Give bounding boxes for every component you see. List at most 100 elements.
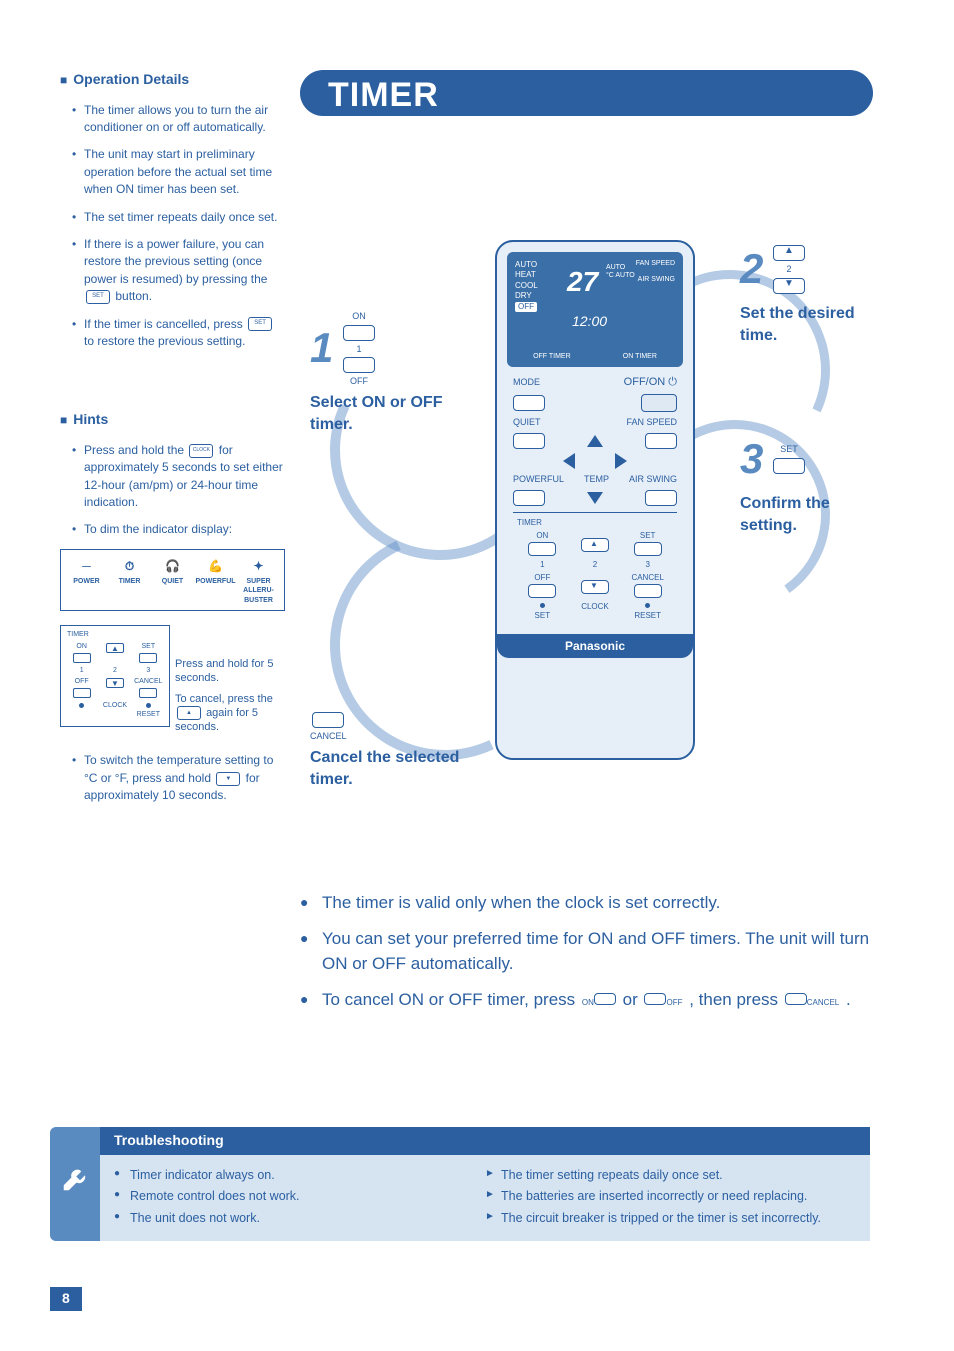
airswing-button[interactable] <box>645 490 677 506</box>
hint-text: Press and hold the <box>84 443 187 457</box>
step-1-number: 1 <box>310 319 333 378</box>
step-3-set: SET <box>773 443 805 456</box>
on-button-icon <box>343 325 375 341</box>
indicator-super: ✦SUPER ALLERU-BUSTER <box>237 558 280 606</box>
op-item: The timer allows you to turn the air con… <box>72 102 285 137</box>
main-diagram: AUTO HEAT COOL DRY OFF 27 AUTO °C AUTO F… <box>300 140 873 860</box>
dot-icon <box>146 703 151 708</box>
mini-1: 1 <box>65 666 98 676</box>
dot-icon <box>79 703 84 708</box>
note-item: The timer is valid only when the clock i… <box>300 890 873 916</box>
fanspeed-label: FAN SPEED <box>626 416 677 429</box>
set-button-icon <box>773 458 805 474</box>
power-icon: ─ <box>65 558 108 575</box>
page-number: 8 <box>50 1287 82 1311</box>
indicator-timer: ⏱TIMER <box>108 558 151 606</box>
op-item: If there is a power failure, you can res… <box>72 236 285 306</box>
trouble-solutions: The timer setting repeats daily once set… <box>485 1163 856 1232</box>
timer-cancel-button[interactable] <box>634 584 662 598</box>
op-item-text: If there is a power failure, you can res… <box>84 237 267 286</box>
trouble-problem: Timer indicator always on. <box>114 1167 485 1185</box>
side-b: To cancel, press the <box>175 693 273 705</box>
lcd-auto: AUTO <box>615 272 634 279</box>
step-1-on: ON <box>343 310 375 323</box>
mini-up-btn: ▲ <box>106 643 124 653</box>
hint-side-text: Press and hold for 5 seconds. To cancel,… <box>175 657 285 734</box>
op-item-tail: to restore the previous setting. <box>84 334 245 348</box>
step-1-mid: 1 <box>343 343 375 356</box>
trouble-solution: The circuit breaker is tripped or the ti… <box>485 1210 856 1228</box>
temp-up-button[interactable] <box>587 435 603 447</box>
timer-set-button[interactable] <box>634 542 662 556</box>
quiet-label: QUIET <box>513 416 541 429</box>
cancel-button-icon <box>312 712 344 728</box>
powerful-icon: 💪 <box>194 558 237 575</box>
step-3-number: 3 <box>740 430 763 489</box>
mini-down-btn: ▼ <box>106 678 124 688</box>
note-text: . <box>846 990 851 1009</box>
left-button[interactable] <box>563 453 575 469</box>
tbox-clock: CLOCK <box>581 602 609 611</box>
trouble-solution: The batteries are inserted incorrectly o… <box>485 1188 856 1206</box>
lcd-fan: FAN SPEED AIR SWING <box>636 260 675 285</box>
trouble-problem: The unit does not work. <box>114 1210 485 1228</box>
step-3-text: Confirm the setting. <box>740 493 890 538</box>
mini-set-btn <box>139 653 157 663</box>
timer-on-button[interactable] <box>528 542 556 556</box>
mini-set: SET <box>142 643 156 650</box>
down-button-icon: ▼ <box>216 772 240 786</box>
lcd-clock: 12:00 <box>572 312 607 332</box>
note-item: To cancel ON or OFF timer, press ON or O… <box>300 987 873 1013</box>
remote-control: AUTO HEAT COOL DRY OFF 27 AUTO °C AUTO F… <box>495 240 695 760</box>
mini-off: OFF <box>75 678 89 685</box>
tbox-on: ON <box>536 531 548 540</box>
hints-heading: Hints <box>60 410 285 430</box>
up-button-icon: ▲ <box>773 245 805 261</box>
step-cancel-lab: CANCEL <box>310 730 347 743</box>
on-button-stack: ON <box>582 993 616 1007</box>
note-text: To cancel ON or OFF timer, press <box>322 990 580 1009</box>
clock-button-icon: CLOCK <box>189 444 213 458</box>
powerful-button[interactable] <box>513 490 545 506</box>
right-button[interactable] <box>615 453 627 469</box>
dot-icon <box>540 603 545 608</box>
quiet-button[interactable] <box>513 433 545 449</box>
mode-button[interactable] <box>513 395 545 411</box>
quiet-icon: 🎧 <box>151 558 194 575</box>
down-button-icon: ▼ <box>773 278 805 294</box>
mini-cancel-btn <box>139 688 157 698</box>
timer-down-button[interactable]: ▼ <box>581 580 609 594</box>
wrench-icon-col <box>50 1127 100 1241</box>
timer-mini-diagram: TIMER ON ▲ SET 1 2 3 OFF ▼ CANCEL CLOCK … <box>60 625 170 727</box>
wrench-icon <box>60 1164 90 1204</box>
temp-down-button[interactable] <box>587 492 603 504</box>
step-cancel-text: Cancel the selected timer. <box>310 747 485 792</box>
note-text: or <box>623 990 643 1009</box>
mini-cancel: CANCEL <box>134 678 162 685</box>
fanspeed-button[interactable] <box>645 433 677 449</box>
timer-off-button[interactable] <box>528 584 556 598</box>
indicator-display: ─POWER ⏱TIMER 🎧QUIET 💪POWERFUL ✦SUPER AL… <box>60 549 285 611</box>
trouble-solution: The timer setting repeats daily once set… <box>485 1167 856 1185</box>
cancel-button-stack: CANCEL <box>785 993 839 1007</box>
notes-section: The timer is valid only when the clock i… <box>300 890 873 1022</box>
hint-item: Press and hold the CLOCK for approximate… <box>72 442 285 512</box>
temp-label: TEMP <box>584 473 609 486</box>
hints-list-2: To switch the temperature setting to °C … <box>60 752 285 804</box>
tbox-3: 3 <box>622 559 673 570</box>
note-item: You can set your preferred time for ON a… <box>300 926 873 977</box>
operation-details-heading: Operation Details <box>60 70 285 90</box>
step-2-buttons: ▲ 2 ▼ <box>773 243 805 296</box>
troubleshooting-section: Troubleshooting Timer indicator always o… <box>50 1127 870 1241</box>
op-item-tail: button. <box>115 289 152 303</box>
step-cancel: CANCEL Cancel the selected timer. <box>310 710 485 791</box>
up-button-icon: ▲ <box>177 706 201 720</box>
lcd-off-timer: OFF TIMER <box>533 352 571 362</box>
mini-reset: RESET <box>132 710 165 720</box>
timer-up-button[interactable]: ▲ <box>581 538 609 552</box>
tbox-setb: SET <box>535 611 551 620</box>
remote-lcd: AUTO HEAT COOL DRY OFF 27 AUTO °C AUTO F… <box>507 252 683 367</box>
troubleshooting-heading: Troubleshooting <box>100 1127 870 1155</box>
step-1: 1 ON 1 OFF Select ON or OFF timer. <box>310 310 485 437</box>
offon-button[interactable] <box>641 394 677 412</box>
